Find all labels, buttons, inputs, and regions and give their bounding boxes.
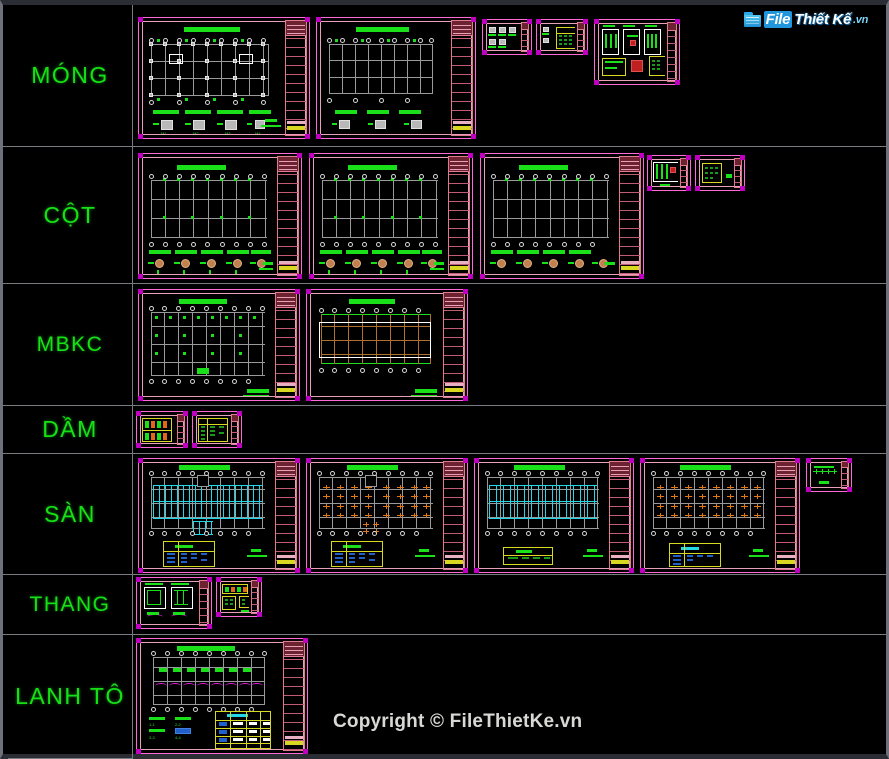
catalog-row-thang: THANG [3,575,886,635]
title-block [451,20,473,136]
drawing-canvas[interactable]: MÓNG M1 M2 M3 M4 CỘT MBKC DẦM SÀN THANG … [3,5,886,759]
sheet-group-mbkc [134,284,886,405]
cad-sheet[interactable] [136,411,188,448]
row-label-dam: DẦM [8,406,133,453]
sheet-group-san [134,454,886,574]
logo-word-file: File [763,11,793,28]
sheet-group-thang [134,575,886,634]
cad-sheet[interactable] [482,19,532,55]
cad-sheet[interactable] [309,153,473,279]
cad-sheet[interactable] [138,153,302,279]
cad-sheet[interactable] [306,458,468,573]
sheet-group-dam [134,406,886,453]
cad-sheet[interactable] [806,458,852,492]
column-section-detail [147,258,273,274]
logo-word-thietke: Thiết Kế [794,11,851,28]
drawing-body: M1 M2 M3 M4 [143,22,281,134]
cad-sheet[interactable] [474,458,634,573]
folder-icon [743,12,761,27]
row-label-san: SÀN [8,454,133,574]
cad-sheet[interactable] [192,411,242,448]
row-label-text: LANH TÔ [15,683,125,709]
row-label-thang: THANG [8,575,133,634]
cad-sheet[interactable] [640,458,800,573]
row-label-mong: MÓNG [8,5,133,146]
watermark-logo: File Thiết Kế .vn [743,11,868,28]
row-label-cot: CỘT [8,147,133,283]
slab-schedule-table [163,541,215,567]
cad-sheet[interactable] [138,458,300,573]
sheet-group-lanh-to: 1-1 2-2 3-3 4-4 [134,635,886,759]
title-block [285,20,307,136]
slab-rebar-mesh [153,485,263,519]
row-label-text: DẦM [42,416,98,442]
logo-word-vn: .vn [853,13,868,26]
catalog-row-lanh-to: LANH TÔ 1-1 2-2 3-3 4-4 [3,635,886,759]
slab-top-rebar [321,485,431,519]
cad-sheet[interactable] [480,153,644,279]
catalog-row-cot: CỘT [3,147,886,284]
cad-sheet[interactable] [138,289,300,401]
row-label-mbkc: MBKC [8,284,133,405]
cad-sheet[interactable] [647,155,691,191]
cad-sheet[interactable] [594,19,680,85]
row-label-text: THANG [29,592,111,616]
cad-sheet[interactable]: 1-1 2-2 3-3 4-4 [136,638,308,754]
cad-preview-window: MÓNG M1 M2 M3 M4 CỘT MBKC DẦM SÀN THANG … [0,0,889,759]
cad-sheet[interactable]: M1 M2 M3 M4 [138,17,310,139]
catalog-row-san: SÀN [3,454,886,575]
sheet-group-cot [134,147,886,283]
drawing-title-bar [184,27,240,32]
catalog-row-dam: DẦM [3,406,886,454]
row-label-lanh-to: LANH TÔ [8,635,133,759]
beam-detail-block [142,418,172,442]
cad-sheet[interactable] [316,17,476,139]
lintel-schedule-table [215,711,271,749]
stair-section [145,588,165,608]
cad-sheet[interactable] [306,289,468,401]
beam-schedule-table [198,418,228,442]
lintel-section-detail: 1-1 2-2 3-3 4-4 [145,715,211,749]
row-label-text: SÀN [44,500,96,527]
row-label-text: CỘT [43,201,97,228]
cad-sheet[interactable] [216,577,262,617]
row-label-text: MÓNG [31,62,109,88]
cad-sheet[interactable] [536,19,588,55]
copyright-text: Copyright © FileThietKe.vn [333,711,583,732]
cad-sheet[interactable] [136,577,212,629]
catalog-row-mbkc: MBKC [3,284,886,406]
schedule-table [556,27,575,49]
stair-rebar-schedule [222,596,236,610]
row-label-text: MBKC [36,332,104,356]
cad-sheet[interactable] [695,155,745,191]
